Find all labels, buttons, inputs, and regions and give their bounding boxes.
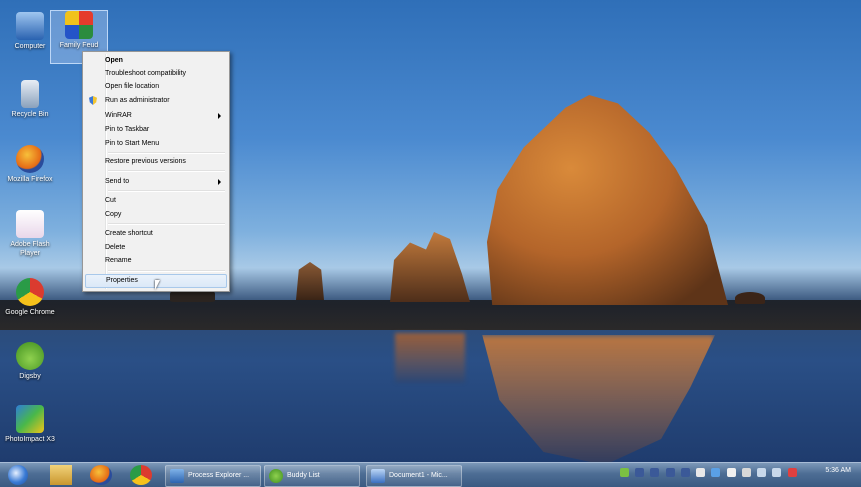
menu-item-label: Cut <box>105 197 116 204</box>
menu-item-copy[interactable]: Copy <box>85 209 227 221</box>
menu-separator <box>108 223 225 225</box>
app-tray-icon[interactable] <box>726 468 736 477</box>
chrome-icon <box>16 278 44 306</box>
taskbar: Process Explorer ... Buddy List Document… <box>0 462 861 487</box>
menu-item-label: Restore previous versions <box>105 158 186 165</box>
submenu-arrow-icon <box>218 179 221 185</box>
menu-item-troubleshoot-compatibility[interactable]: Troubleshoot compatibility <box>85 68 227 80</box>
mouse-pointer-icon <box>155 280 160 290</box>
desktop-icon-firefox[interactable]: Mozilla Firefox <box>2 145 58 184</box>
facebook-tray-icon[interactable] <box>665 468 675 477</box>
start-button[interactable] <box>8 465 28 485</box>
menu-item-winrar[interactable]: WinRAR <box>85 110 227 122</box>
wallpaper-rock-mid <box>390 232 470 302</box>
menu-item-label: Properties <box>106 277 138 284</box>
menu-item-create-shortcut[interactable]: Create shortcut <box>85 228 227 240</box>
menu-separator <box>108 190 225 192</box>
menu-item-open-file-location[interactable]: Open file location <box>85 81 227 93</box>
clock-time: 5:36 AM <box>825 467 851 474</box>
explorer-pinned-icon[interactable] <box>50 465 72 485</box>
taskbar-window-document1[interactable]: Document1 - Mic... <box>366 465 462 487</box>
menu-separator <box>108 152 225 154</box>
recycle-bin-icon <box>21 80 39 108</box>
menu-item-label: Pin to Start Menu <box>105 140 160 147</box>
desktop-icon-flash-player[interactable]: Adobe Flash Player <box>2 210 58 258</box>
menu-item-rename[interactable]: Rename <box>85 255 227 267</box>
desktop-icon-label: Mozilla Firefox <box>7 176 53 183</box>
desktop-icon-recycle-bin[interactable]: Recycle Bin <box>2 80 58 119</box>
digsby-icon <box>269 469 283 483</box>
flash-player-icon <box>16 210 44 238</box>
wallpaper-haystack-rock <box>486 95 728 305</box>
computer-icon <box>16 12 44 40</box>
chrome-pinned-icon[interactable] <box>130 465 152 485</box>
menu-item-delete[interactable]: Delete <box>85 242 227 254</box>
menu-item-label: Copy <box>105 211 122 218</box>
menu-item-label: Rename <box>105 257 132 264</box>
desktop-icon-label: Adobe Flash Player <box>10 241 50 257</box>
wallpaper-rock-right <box>735 292 765 304</box>
app-tray-icon[interactable] <box>696 468 706 477</box>
taskbar-clock[interactable]: 5:36 AM <box>825 467 851 474</box>
menu-item-label: Troubleshoot compatibility <box>105 70 187 77</box>
menu-item-label: Open <box>105 57 123 64</box>
menu-item-label: Send to <box>105 178 130 185</box>
wallpaper-reflection-small <box>395 333 465 383</box>
desktop-icon-chrome[interactable]: Google Chrome <box>2 278 58 317</box>
menu-item-pin-to-start-menu[interactable]: Pin to Start Menu <box>85 138 227 150</box>
taskbar-window-label: Document1 - Mic... <box>389 472 448 479</box>
menu-item-label: Delete <box>105 244 126 251</box>
photoimpact-icon <box>16 405 44 433</box>
firefox-pinned-icon[interactable] <box>90 465 112 485</box>
menu-item-pin-to-taskbar[interactable]: Pin to Taskbar <box>85 124 227 136</box>
network-icon[interactable] <box>757 468 767 477</box>
wallpaper-reflection <box>482 335 715 462</box>
menu-item-send-to[interactable]: Send to <box>85 176 227 188</box>
menu-item-open[interactable]: Open <box>85 55 227 67</box>
firefox-icon <box>16 145 44 173</box>
desktop-icon-digsby[interactable]: Digsby <box>2 342 58 381</box>
menu-item-restore-previous-versions[interactable]: Restore previous versions <box>85 156 227 168</box>
submenu-arrow-icon <box>218 113 221 119</box>
process-explorer-icon <box>170 469 184 483</box>
digsby-icon <box>16 342 44 370</box>
desktop-icon-label: Recycle Bin <box>11 111 49 118</box>
context-menu: Open Troubleshoot compatibility Open fil… <box>82 51 230 292</box>
alert-tray-icon[interactable] <box>787 468 797 477</box>
desktop-icon-label: Family Feud <box>59 42 99 49</box>
facebook-tray-icon[interactable] <box>680 468 690 477</box>
system-tray <box>620 468 801 482</box>
menu-item-run-as-administrator[interactable]: Run as administrator <box>85 95 227 107</box>
menu-separator <box>108 270 225 272</box>
facebook-tray-icon[interactable] <box>650 468 660 477</box>
app-tray-icon[interactable] <box>711 468 721 477</box>
menu-item-label: Create shortcut <box>105 230 153 237</box>
taskbar-window-buddy-list[interactable]: Buddy List <box>264 465 360 487</box>
desktop-icon-label: Google Chrome <box>5 309 55 316</box>
menu-item-label: Run as administrator <box>105 97 170 104</box>
menu-item-label: Open file location <box>105 83 160 90</box>
uac-shield-icon <box>89 96 97 105</box>
wallpaper-shore <box>0 300 861 330</box>
desktop-icon-label: PhotoImpact X3 <box>5 436 55 443</box>
taskbar-window-label: Process Explorer ... <box>188 472 250 479</box>
volume-icon[interactable] <box>772 468 782 477</box>
desktop-wallpaper: Computer Family Feud Recycle Bin Mozilla… <box>0 0 861 462</box>
family-feud-icon <box>65 11 93 39</box>
desktop-icon-label: Digsby <box>19 373 41 380</box>
taskbar-window-process-explorer[interactable]: Process Explorer ... <box>165 465 261 487</box>
flag-icon[interactable] <box>741 468 751 477</box>
menu-item-cut[interactable]: Cut <box>85 195 227 207</box>
wallpaper-rock-small <box>296 262 324 300</box>
digsby-tray-icon[interactable] <box>620 468 629 477</box>
menu-separator <box>108 170 225 172</box>
desktop-icon-photoimpact[interactable]: PhotoImpact X3 <box>2 405 58 444</box>
facebook-tray-icon[interactable] <box>635 468 645 477</box>
menu-item-label: Pin to Taskbar <box>105 126 150 133</box>
menu-item-label: WinRAR <box>105 112 132 119</box>
taskbar-window-label: Buddy List <box>287 472 320 479</box>
word-document-icon <box>371 469 385 483</box>
desktop-icon-label: Computer <box>14 43 46 50</box>
